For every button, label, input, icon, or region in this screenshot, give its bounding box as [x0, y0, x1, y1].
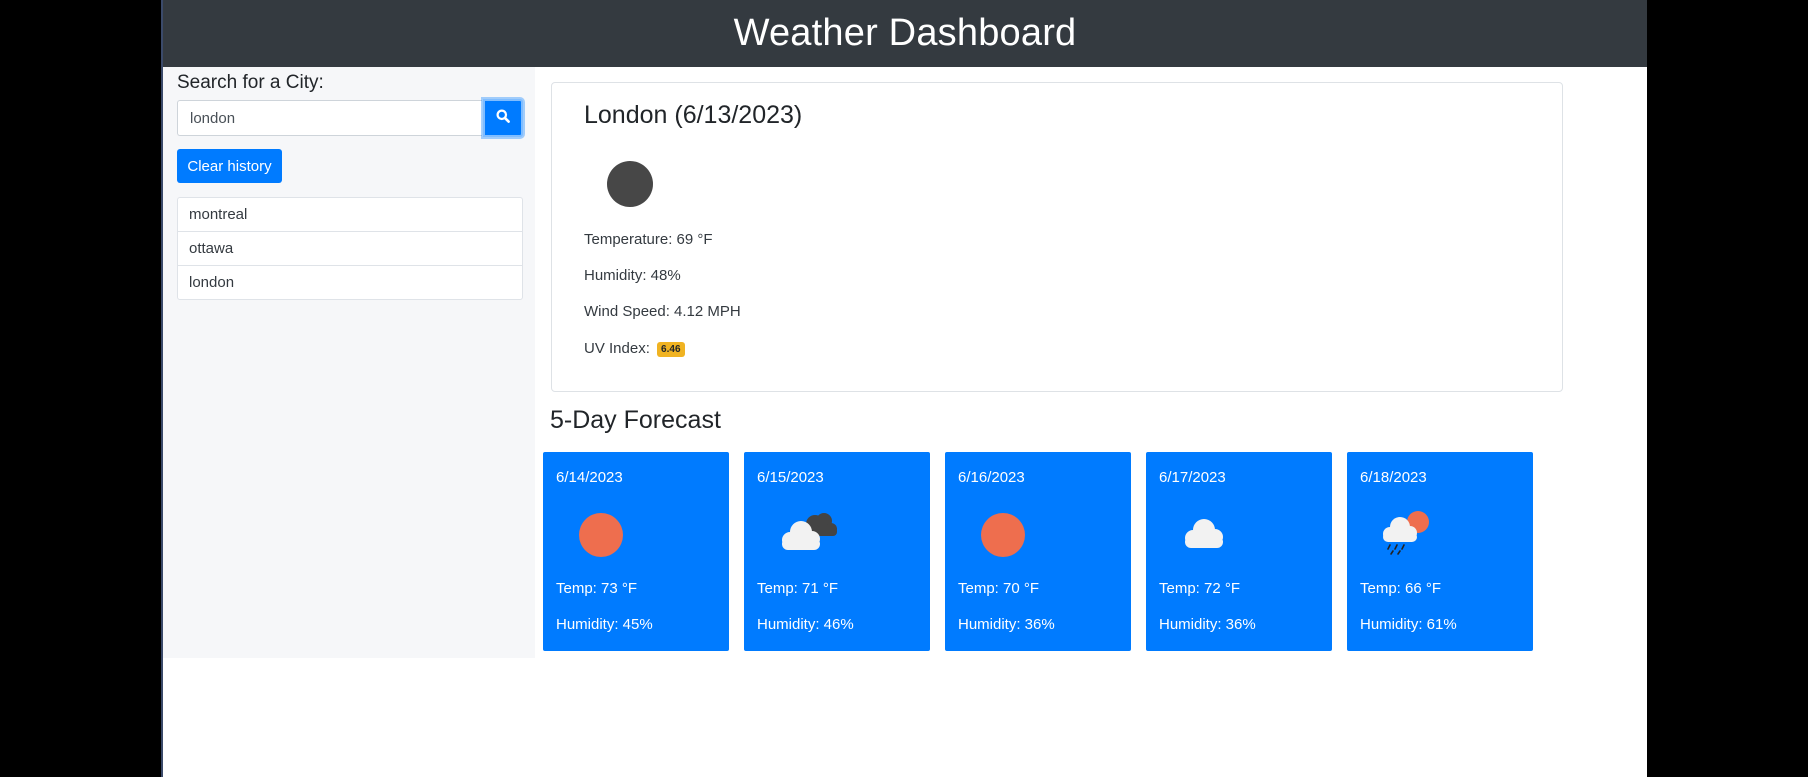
forecast-humidity: Humidity: 61% [1360, 616, 1457, 633]
history-item[interactable]: ottawa [177, 231, 523, 266]
history-item[interactable]: london [177, 265, 523, 300]
forecast-card: 6/15/2023 Temp: 71 °F Humidity: 46% [744, 452, 930, 651]
current-uv-index: UV Index: 6.46 [584, 340, 685, 357]
header: Weather Dashboard [163, 0, 1647, 67]
sun-icon [571, 504, 633, 557]
forecast-temp: Temp: 70 °F [958, 580, 1040, 597]
forecast-temp: Temp: 72 °F [1159, 580, 1241, 597]
cloudy-icon [772, 504, 837, 556]
current-city-title: London (6/13/2023) [584, 101, 803, 129]
search-input[interactable] [177, 100, 482, 136]
uv-label: UV Index: [584, 340, 650, 357]
forecast-card: 6/18/2023 Temp: 66 °F Humidity: 61% [1347, 452, 1533, 651]
current-weather-card: London (6/13/2023) Temperature: 69 °F Hu… [551, 82, 1563, 392]
forecast-title: 5-Day Forecast [550, 406, 721, 434]
forecast-temp: Temp: 66 °F [1360, 580, 1442, 597]
current-wind-speed: Wind Speed: 4.12 MPH [584, 303, 741, 320]
search-button[interactable] [483, 99, 523, 137]
uv-badge: 6.46 [657, 342, 685, 357]
forecast-date: 6/15/2023 [757, 469, 824, 486]
forecast-temp: Temp: 73 °F [556, 580, 638, 597]
moon-icon [607, 161, 653, 207]
forecast-row: 6/14/2023 Temp: 73 °F Humidity: 45% 6/15… [543, 452, 1563, 651]
forecast-humidity: Humidity: 36% [958, 616, 1055, 633]
page-title: Weather Dashboard [733, 12, 1077, 54]
current-humidity: Humidity: 48% [584, 267, 681, 284]
sidebar: Search for a City: Clear history montrea… [163, 67, 535, 658]
search-icon [496, 109, 510, 128]
forecast-humidity: Humidity: 46% [757, 616, 854, 633]
page: Weather Dashboard Search for a City: Cle… [163, 0, 1647, 777]
sun-icon [973, 504, 1035, 557]
forecast-humidity: Humidity: 36% [1159, 616, 1256, 633]
forecast-humidity: Humidity: 45% [556, 616, 653, 633]
forecast-date: 6/17/2023 [1159, 469, 1226, 486]
search-history-list: montreal ottawa london [177, 197, 523, 300]
rain-sun-icon [1375, 504, 1437, 556]
forecast-card: 6/16/2023 Temp: 70 °F Humidity: 36% [945, 452, 1131, 651]
cloud-icon [1174, 504, 1236, 556]
forecast-date: 6/14/2023 [556, 469, 623, 486]
clear-history-button[interactable]: Clear history [177, 149, 282, 183]
forecast-card: 6/14/2023 Temp: 73 °F Humidity: 45% [543, 452, 729, 651]
history-item[interactable]: montreal [177, 197, 523, 232]
search-label: Search for a City: [177, 72, 324, 93]
forecast-temp: Temp: 71 °F [757, 580, 839, 597]
forecast-date: 6/16/2023 [958, 469, 1025, 486]
forecast-date: 6/18/2023 [1360, 469, 1427, 486]
current-temperature: Temperature: 69 °F [584, 231, 713, 248]
forecast-card: 6/17/2023 Temp: 72 °F Humidity: 36% [1146, 452, 1332, 651]
